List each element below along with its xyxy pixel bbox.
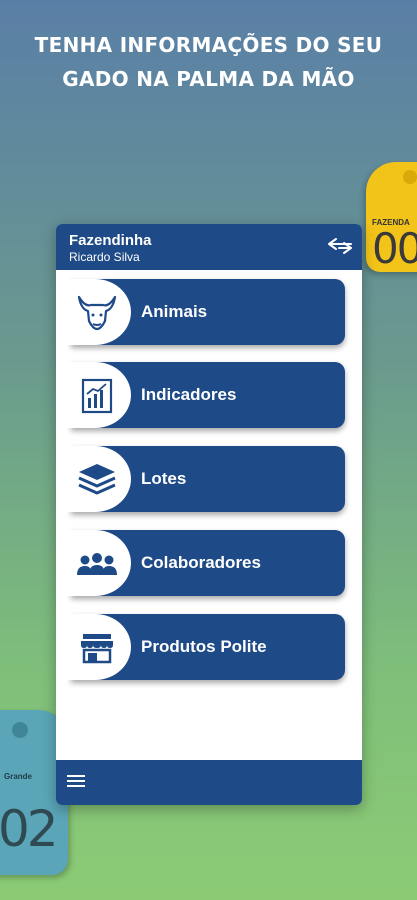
people-icon: [77, 553, 117, 575]
user-name: Ricardo Silva: [69, 250, 140, 264]
ear-tag-yellow: FAZENDA 00: [366, 162, 417, 272]
swap-arrows-icon[interactable]: [326, 234, 354, 258]
headline-line-1: TENHA INFORMAÇÕES DO SEU: [34, 33, 383, 57]
menu-item-label: Produtos Polite: [141, 637, 267, 656]
menu-item-indicadores[interactable]: Indicadores: [59, 362, 345, 428]
app-bar: Fazendinha Ricardo Silva: [56, 224, 362, 270]
farm-title: Fazendinha: [69, 232, 152, 249]
menu-item-label: Animais: [141, 302, 208, 321]
tag-number: 00: [372, 224, 417, 272]
menu-item-label: Lotes: [141, 469, 187, 488]
tag-hole: [12, 722, 28, 738]
hamburger-icon[interactable]: [67, 775, 85, 789]
tag-farm-label: Grande: [4, 772, 33, 781]
menu-item-label: Indicadores: [141, 385, 237, 404]
headline: TENHA INFORMAÇÕES DO SEU GADO NA PALMA D…: [0, 28, 417, 96]
store-icon: [81, 634, 113, 664]
bottom-bar: [56, 760, 362, 805]
chart-icon: [81, 378, 113, 414]
phone-screen: Fazendinha Ricardo Silva Animais Indicad…: [56, 224, 362, 805]
menu-item-label: Colaboradores: [141, 553, 261, 572]
menu-item-produtos-polite[interactable]: Produtos Polite: [59, 614, 345, 680]
tag-number: 02: [0, 800, 59, 858]
menu-item-lotes[interactable]: Lotes: [59, 446, 345, 512]
headline-line-2: GADO NA PALMA DA MÃO: [62, 67, 355, 91]
tag-hole: [403, 170, 417, 184]
menu-item-colaboradores[interactable]: Colaboradores: [59, 530, 345, 596]
layers-icon: [78, 464, 116, 495]
menu-item-animais[interactable]: Animais: [59, 279, 345, 345]
bull-icon: [77, 295, 117, 331]
